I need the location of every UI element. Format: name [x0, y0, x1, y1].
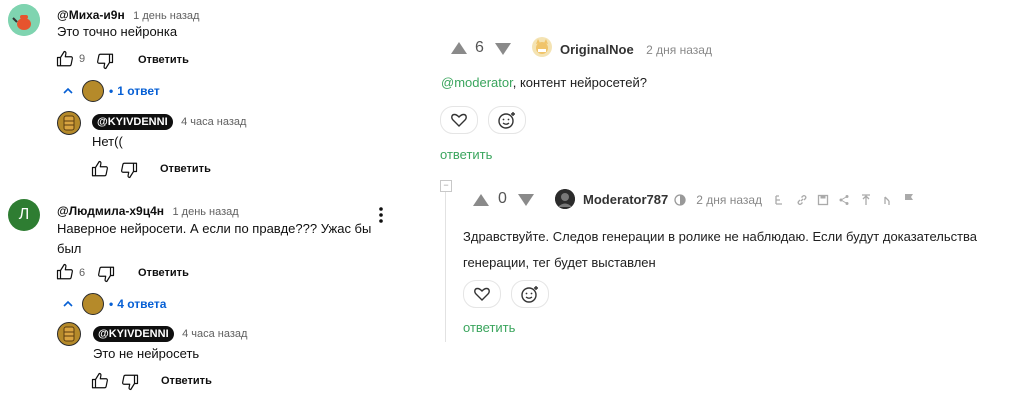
comment-text: Наверное нейросети. А если по правде??? …: [57, 219, 371, 259]
avatar[interactable]: [8, 4, 40, 36]
downvote-icon[interactable]: [494, 42, 512, 56]
moderator-avatar-icon: [555, 189, 575, 209]
dislike-icon[interactable]: [96, 52, 114, 70]
reply-time[interactable]: 4 часа назад: [181, 116, 246, 128]
dislike-icon[interactable]: [121, 373, 139, 391]
reply-header: @KYIVDENNI 4 часа назад: [93, 324, 247, 342]
avatar[interactable]: Л: [8, 199, 40, 231]
moderator-badge-icon: [674, 193, 686, 206]
cat-avatar-icon: [536, 39, 548, 54]
reply-link[interactable]: ответить: [463, 320, 515, 335]
reply-button[interactable]: Ответить: [138, 54, 189, 66]
barrel-avatar-icon: [63, 115, 75, 131]
favorite-button[interactable]: [463, 280, 501, 308]
score: 6: [475, 39, 484, 56]
reply-author[interactable]: @KYIVDENNI: [93, 326, 174, 342]
reply-header: Moderator787 2 дня назад: [583, 192, 762, 207]
upvote-icon[interactable]: [450, 41, 468, 55]
replies-toggle[interactable]: • 4 ответа: [62, 293, 166, 315]
reply-button[interactable]: Ответить: [138, 267, 189, 279]
reply-author-avatar: [82, 80, 104, 102]
smiley-plus-icon: [497, 111, 517, 129]
reply-text: Здравствуйте. Следов генерации в ролике …: [463, 224, 977, 276]
link-icon[interactable]: [796, 194, 808, 206]
comment-header: @Людмила-х9ц4н 1 день назад: [57, 202, 239, 220]
post-time[interactable]: 2 дня назад: [646, 43, 712, 57]
smiley-plus-icon: [520, 285, 540, 303]
dislike-icon[interactable]: [120, 161, 138, 179]
save-icon[interactable]: [817, 194, 829, 206]
flag-icon[interactable]: [903, 193, 915, 205]
comment-text-line: был: [57, 241, 82, 256]
avatar[interactable]: [57, 322, 81, 346]
comment-author[interactable]: @Людмила-х9ц4н: [57, 204, 164, 218]
avatar[interactable]: [532, 37, 552, 57]
post-text-rest: , контент нейросетей?: [512, 75, 647, 90]
tree-icon[interactable]: [774, 194, 786, 206]
mention-link[interactable]: @moderator: [441, 75, 513, 90]
upvote-icon[interactable]: [472, 193, 490, 207]
reply-link[interactable]: ответить: [440, 147, 492, 162]
share-icon[interactable]: [838, 194, 850, 206]
like-icon[interactable]: [91, 372, 109, 390]
reply-button[interactable]: Ответить: [161, 375, 212, 387]
heart-icon: [474, 287, 490, 301]
add-reaction-button[interactable]: [511, 280, 549, 308]
comment-author[interactable]: @Миха-и9н: [57, 8, 125, 22]
avatar[interactable]: [57, 111, 81, 135]
comment-time[interactable]: 1 день назад: [133, 10, 199, 22]
collapse-button[interactable]: −: [440, 180, 452, 192]
reply-text-line: генерации, тег будет выставлен: [463, 255, 656, 270]
post-author[interactable]: OriginalNoe: [560, 42, 634, 57]
add-reaction-button[interactable]: [488, 106, 526, 134]
reply-author-avatar: [82, 293, 104, 315]
comment-time[interactable]: 1 день назад: [172, 206, 238, 218]
like-count: 6: [79, 267, 86, 279]
reply-text: Нет((: [92, 134, 123, 149]
post-text: @moderator, контент нейросетей?: [441, 75, 647, 90]
post-header: OriginalNoe 2 дня назад: [560, 41, 712, 59]
replies-toggle[interactable]: • 1 ответ: [62, 80, 160, 102]
dislike-icon[interactable]: [97, 265, 115, 283]
avatar[interactable]: [555, 189, 575, 209]
barrel-avatar-icon: [63, 326, 75, 342]
arrow-up-icon[interactable]: [860, 194, 872, 206]
more-vertical-icon[interactable]: [378, 206, 384, 224]
comment-text-line: Наверное нейросети. А если по правде??? …: [57, 221, 372, 236]
reply-time[interactable]: 2 дня назад: [696, 193, 762, 207]
favorite-button[interactable]: [440, 106, 478, 134]
replies-count: 1 ответ: [117, 84, 160, 98]
like-count: 9: [79, 53, 86, 65]
replies-count: 4 ответа: [117, 297, 167, 311]
reply-author[interactable]: Moderator787: [583, 192, 668, 207]
kettle-avatar-icon: [8, 4, 40, 36]
reply-text-line: Здравствуйте. Следов генерации в ролике …: [463, 229, 978, 244]
bullet: •: [109, 84, 114, 98]
hide-icon[interactable]: [881, 194, 893, 206]
reply-author[interactable]: @KYIVDENNI: [92, 114, 173, 130]
score: 0: [498, 190, 507, 207]
downvote-icon[interactable]: [517, 193, 535, 207]
heart-icon: [451, 113, 467, 127]
chevron-up-icon: [62, 298, 74, 310]
bullet: •: [109, 297, 114, 311]
comment-text: Это точно нейронка: [57, 24, 178, 39]
chevron-up-icon: [62, 85, 74, 97]
like-icon[interactable]: [91, 160, 109, 178]
reply-text: Это не нейросеть: [93, 346, 200, 361]
reply-button[interactable]: Ответить: [160, 163, 211, 175]
thread-line[interactable]: [445, 192, 446, 342]
like-icon[interactable]: [56, 263, 74, 281]
reply-header: @KYIVDENNI 4 часа назад: [92, 112, 246, 130]
like-icon[interactable]: [56, 50, 74, 68]
reply-time[interactable]: 4 часа назад: [182, 328, 247, 340]
